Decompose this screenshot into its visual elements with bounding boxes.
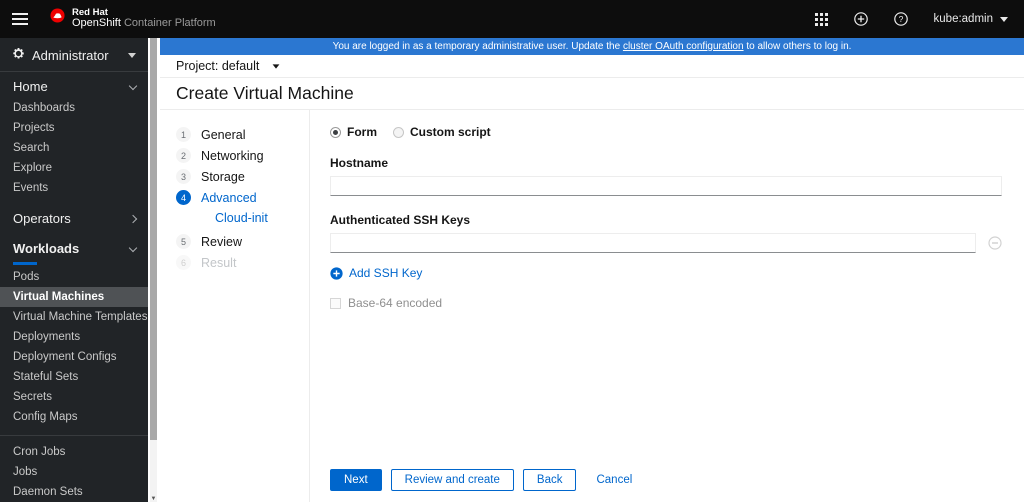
perspective-label: Administrator	[32, 47, 109, 63]
sidebar-item-jobs[interactable]: Jobs	[0, 462, 148, 482]
wizard-step-review[interactable]: 5 Review	[176, 234, 309, 249]
page-title: Create Virtual Machine	[176, 83, 354, 103]
wizard-step-advanced[interactable]: 4 Advanced	[176, 190, 309, 205]
gear-icon	[12, 47, 25, 63]
cloud-init-form: Form Custom script Hostname Authenticate…	[310, 110, 1024, 502]
sidebar-item-explore[interactable]: Explore	[0, 158, 148, 178]
hostname-input[interactable]	[330, 176, 1002, 196]
scrollbar-thumb[interactable]	[150, 38, 157, 440]
sidebar-item-projects[interactable]: Projects	[0, 118, 148, 138]
product-name: OpenShift Container Platform	[72, 17, 216, 30]
wizard-step-networking[interactable]: 2 Networking	[176, 148, 309, 163]
sidebar-item-config-maps[interactable]: Config Maps	[0, 407, 148, 427]
custom-script-mode-radio[interactable]: Custom script	[393, 125, 491, 139]
form-mode-radio[interactable]: Form	[330, 125, 377, 139]
svg-text:?: ?	[898, 14, 903, 24]
ssh-keys-label: Authenticated SSH Keys	[330, 213, 471, 227]
sidebar-item-deployments[interactable]: Deployments	[0, 327, 148, 347]
sidebar-divider	[0, 435, 148, 436]
redhat-logo-icon	[50, 8, 65, 23]
sidebar-item-cron-jobs[interactable]: Cron Jobs	[0, 442, 148, 462]
scrollbar-arrow-down-icon[interactable]: ▼	[150, 496, 157, 502]
sidebar-item-virtual-machine-templates[interactable]: Virtual Machine Templates	[0, 307, 148, 327]
sidebar-scrollbar[interactable]: ▼	[148, 38, 160, 502]
active-section-indicator	[13, 262, 37, 265]
main-content: You are logged in as a temporary adminis…	[160, 38, 1024, 502]
sidebar-section-workloads[interactable]: Workloads	[0, 234, 148, 260]
chevron-down-icon	[128, 81, 138, 90]
app-launcher-grid-icon[interactable]	[814, 12, 828, 26]
base64-checkbox	[330, 297, 341, 309]
page-header: Create Virtual Machine	[160, 78, 1024, 110]
cloud-init-mode-group: Form Custom script	[330, 125, 1002, 139]
sidebar-item-events[interactable]: Events	[0, 178, 148, 198]
login-notice-banner: You are logged in as a temporary adminis…	[160, 38, 1024, 55]
import-plus-circle-icon[interactable]	[853, 12, 868, 26]
sidebar-item-pods[interactable]: Pods	[0, 267, 148, 287]
caret-down-icon	[128, 52, 136, 58]
sidebar-item-virtual-machines[interactable]: Virtual Machines	[0, 287, 148, 307]
sidebar-item-dashboards[interactable]: Dashboards	[0, 98, 148, 118]
back-button[interactable]: Back	[522, 469, 577, 491]
sidebar-nav: Administrator Home Dashboards Projects S…	[0, 38, 148, 502]
ssh-key-input[interactable]	[330, 233, 976, 253]
hostname-label: Hostname	[330, 156, 389, 170]
next-button[interactable]: Next	[330, 469, 382, 491]
chevron-down-icon	[128, 243, 138, 252]
sidebar-section-home[interactable]: Home	[0, 72, 148, 98]
remove-ssh-key-minus-circle-icon	[988, 236, 1002, 250]
project-selector-label: Project: default	[176, 59, 260, 73]
base64-encoded-checkbox-row: Base-64 encoded	[330, 296, 1002, 310]
masthead: Red Hat OpenShift Container Platform ? k…	[0, 0, 1024, 38]
add-ssh-key-button[interactable]: Add SSH Key	[330, 266, 422, 280]
wizard-step-storage[interactable]: 3 Storage	[176, 169, 309, 184]
caret-down-icon	[272, 63, 280, 69]
hostname-field-group: Hostname	[330, 156, 1002, 196]
username: kube:admin	[933, 13, 993, 25]
wizard-footer: Next Review and create Back Cancel	[330, 469, 1002, 492]
radio-unselected-icon	[393, 126, 404, 138]
brand-logo: Red Hat OpenShift Container Platform	[50, 8, 216, 30]
sidebar-section-operators[interactable]: Operators	[0, 204, 148, 230]
help-circle-icon[interactable]: ?	[893, 12, 908, 26]
chevron-right-icon	[128, 214, 138, 223]
wizard-steps-nav: 1 General 2 Networking 3 Storage 4 Advan…	[160, 110, 310, 502]
cancel-button[interactable]: Cancel	[592, 470, 636, 490]
sidebar-item-deployment-configs[interactable]: Deployment Configs	[0, 347, 148, 367]
caret-down-icon	[1000, 16, 1008, 22]
perspective-switcher[interactable]: Administrator	[0, 38, 148, 72]
cluster-oauth-configuration-link[interactable]: cluster OAuth configuration	[623, 41, 744, 52]
wizard-step-general[interactable]: 1 General	[176, 127, 309, 142]
wizard-step-result: 6 Result	[176, 255, 309, 270]
user-menu[interactable]: kube:admin	[934, 13, 1008, 25]
sidebar-item-search[interactable]: Search	[0, 138, 148, 158]
wizard-substep-cloud-init[interactable]: Cloud-init	[215, 211, 309, 225]
sidebar-item-stateful-sets[interactable]: Stateful Sets	[0, 367, 148, 387]
radio-selected-icon	[330, 126, 341, 138]
project-selector[interactable]: Project: default	[160, 55, 1024, 78]
create-vm-wizard: 1 General 2 Networking 3 Storage 4 Advan…	[160, 110, 1024, 502]
nav-toggle-menu-icon[interactable]	[12, 13, 28, 25]
ssh-keys-field-group: Authenticated SSH Keys	[330, 213, 1002, 253]
plus-circle-icon	[330, 266, 343, 280]
sidebar-item-secrets[interactable]: Secrets	[0, 387, 148, 407]
sidebar-item-daemon-sets[interactable]: Daemon Sets	[0, 482, 148, 502]
review-and-create-button[interactable]: Review and create	[390, 469, 514, 491]
